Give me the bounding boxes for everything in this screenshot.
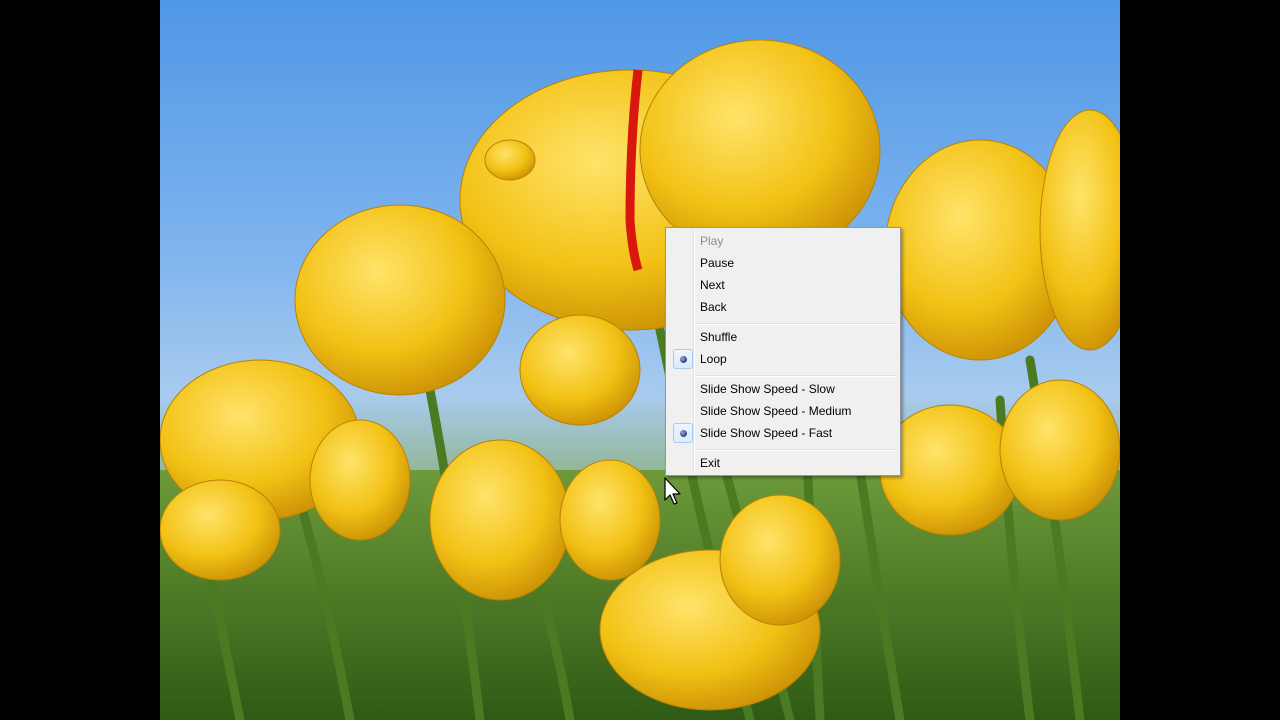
menu-item-play: Play	[668, 230, 898, 252]
menu-item-label: Loop	[700, 352, 727, 366]
menu-item-label: Back	[700, 300, 727, 314]
menu-item-label: Slide Show Speed - Fast	[700, 426, 833, 440]
menu-item-label: Slide Show Speed - Slow	[700, 382, 835, 396]
mouse-pointer-icon	[664, 477, 681, 505]
menu-separator	[696, 449, 897, 451]
menu-item-label: Exit	[700, 456, 721, 470]
slideshow-photo[interactable]	[160, 0, 1120, 720]
menu-item-exit[interactable]: Exit	[668, 452, 898, 474]
tulips-image	[160, 39, 1120, 720]
menu-item-speed-fast[interactable]: Slide Show Speed - Fast	[668, 422, 898, 444]
menu-item-back[interactable]: Back	[668, 296, 898, 318]
menu-item-label: Slide Show Speed - Medium	[700, 404, 852, 418]
menu-item-loop[interactable]: Loop	[668, 348, 898, 370]
menu-item-shuffle[interactable]: Shuffle	[668, 326, 898, 348]
menu-item-speed-medium[interactable]: Slide Show Speed - Medium	[668, 400, 898, 422]
menu-item-next[interactable]: Next	[668, 274, 898, 296]
menu-item-speed-slow[interactable]: Slide Show Speed - Slow	[668, 378, 898, 400]
radio-bullet-icon	[673, 349, 693, 369]
menu-item-label: Play	[700, 234, 724, 248]
menu-item-label: Next	[700, 278, 725, 292]
radio-bullet-icon	[673, 423, 693, 443]
menu-item-label: Shuffle	[700, 330, 738, 344]
menu-separator	[696, 323, 897, 325]
menu-item-pause[interactable]: Pause	[668, 252, 898, 274]
context-menu: Play Pause Next Back Shuffle Loop Slide …	[665, 227, 901, 476]
menu-item-label: Pause	[700, 256, 735, 270]
menu-separator	[696, 375, 897, 377]
